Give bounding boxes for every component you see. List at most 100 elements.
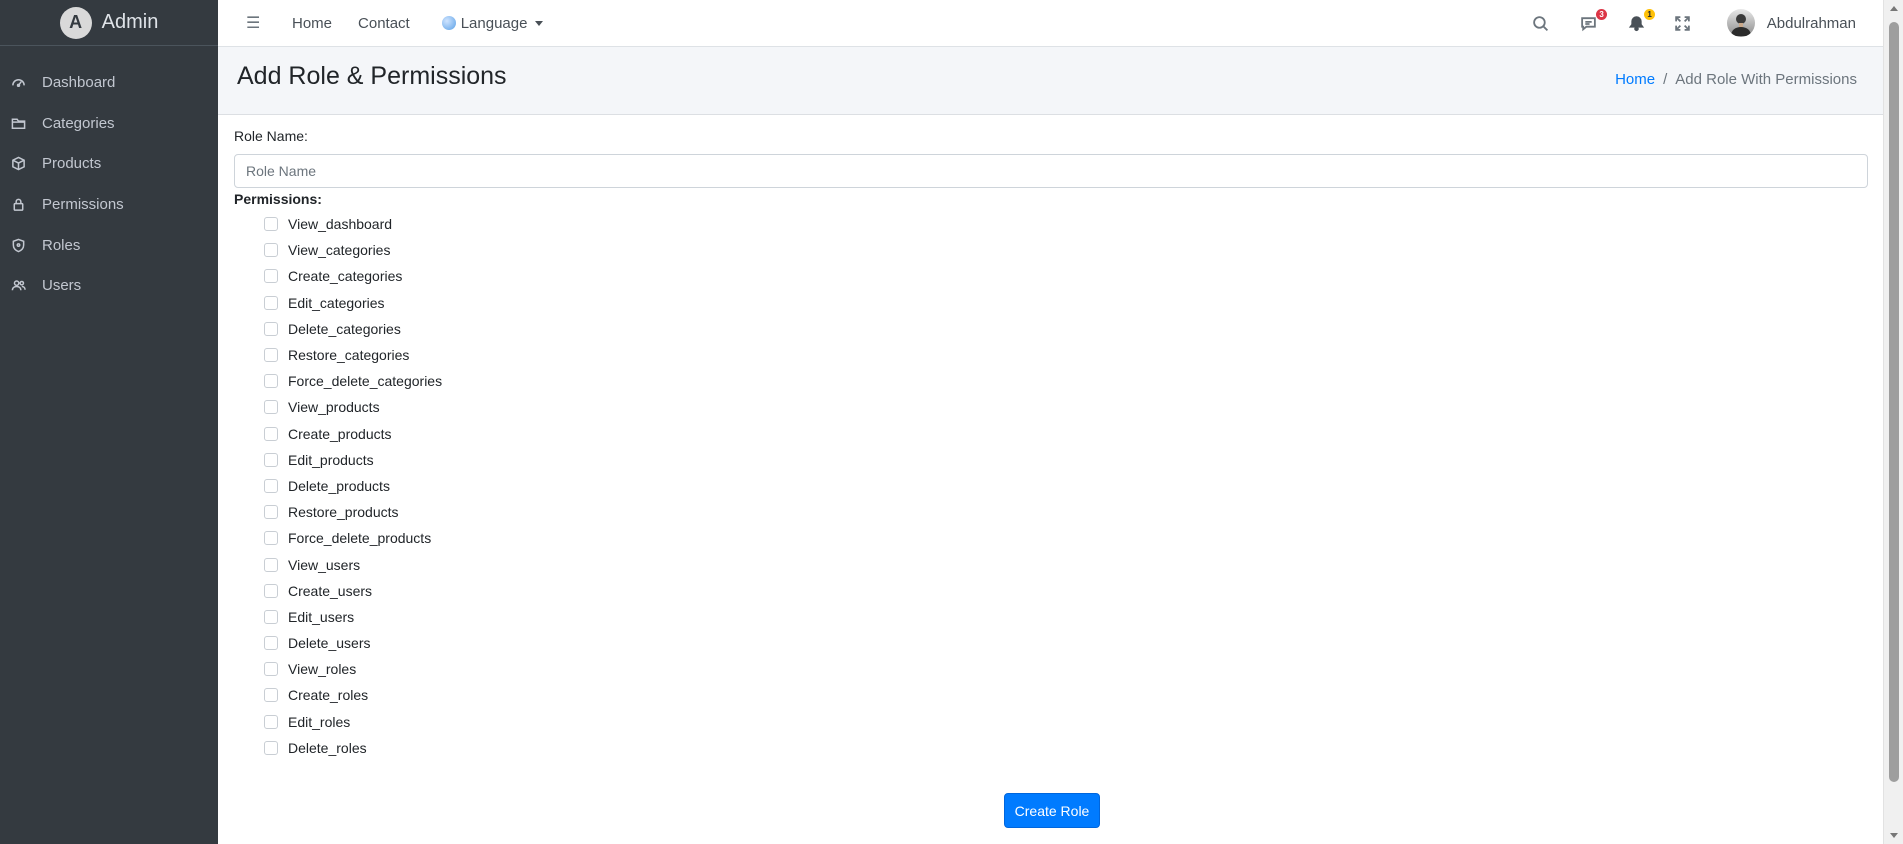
permission-checkbox[interactable]	[264, 583, 278, 598]
page-title: Add Role & Permissions	[237, 62, 507, 90]
role-form-card: Role Name: Permissions: View_dashboardVi…	[218, 114, 1883, 844]
permission-item[interactable]: Delete_products	[264, 473, 442, 499]
permission-item[interactable]: View_products	[264, 394, 442, 420]
fullscreen-icon[interactable]	[1673, 13, 1693, 33]
breadcrumb-home-link[interactable]: Home	[1615, 71, 1655, 88]
role-name-input[interactable]	[234, 154, 1868, 188]
sidebar-item-roles[interactable]: Roles	[0, 225, 218, 266]
permission-label: Edit_users	[288, 608, 355, 625]
permission-checkbox[interactable]	[264, 321, 278, 336]
permission-label: Force_delete_categories	[288, 373, 443, 390]
permission-checkbox[interactable]	[264, 609, 278, 624]
messages-count-badge: 3	[1596, 9, 1607, 20]
permission-item[interactable]: View_users	[264, 551, 442, 577]
permission-checkbox[interactable]	[264, 348, 278, 363]
create-role-button[interactable]: Create Role	[1004, 793, 1100, 828]
gauge-icon	[10, 74, 26, 90]
permission-checkbox[interactable]	[264, 478, 278, 493]
permission-checkbox[interactable]	[264, 636, 278, 651]
language-dropdown[interactable]: Language	[441, 14, 544, 32]
sidebar-item-label: Categories	[42, 114, 115, 132]
chevron-down-icon	[535, 20, 544, 26]
permission-item[interactable]: Force_delete_products	[264, 525, 442, 551]
scroll-down-arrow-icon[interactable]	[1890, 833, 1898, 838]
permission-item[interactable]: Delete_users	[264, 630, 442, 656]
brand-logo: A	[59, 6, 92, 39]
permission-item[interactable]: Delete_roles	[264, 735, 442, 761]
permission-label: Force_delete_products	[288, 530, 432, 547]
permission-checkbox[interactable]	[264, 426, 278, 441]
user-avatar[interactable]	[1726, 9, 1755, 37]
messages-icon[interactable]: 3	[1579, 9, 1607, 33]
sidebar-item-permissions[interactable]: Permissions	[0, 184, 218, 225]
permission-item[interactable]: View_categories	[264, 237, 442, 263]
breadcrumb-current: Add Role With Permissions	[1675, 71, 1857, 88]
permission-item[interactable]: Create_products	[264, 421, 442, 447]
sidebar-item-label: Dashboard	[42, 73, 116, 91]
folder-icon	[10, 115, 26, 131]
permission-label: Create_roles	[288, 687, 369, 704]
permission-checkbox[interactable]	[264, 531, 278, 546]
content-header: Add Role & Permissions Home / Add Role W…	[218, 47, 1883, 114]
search-icon[interactable]	[1531, 13, 1551, 33]
permission-checkbox[interactable]	[264, 269, 278, 284]
permission-item[interactable]: View_dashboard	[264, 211, 442, 237]
permission-item[interactable]: Delete_categories	[264, 316, 442, 342]
permission-checkbox[interactable]	[264, 452, 278, 467]
permission-label: Delete_roles	[288, 739, 367, 756]
permission-label: Delete_products	[288, 477, 390, 494]
permission-label: Create_users	[288, 582, 373, 599]
permission-checkbox[interactable]	[264, 243, 278, 258]
permission-checkbox[interactable]	[264, 505, 278, 520]
top-navbar: ☰ Home Contact Language 3 1 Abdulrahman	[218, 0, 1883, 47]
permission-checkbox[interactable]	[264, 688, 278, 703]
permission-checkbox[interactable]	[264, 740, 278, 755]
menu-toggle-icon[interactable]: ☰	[246, 13, 262, 33]
permission-item[interactable]: Create_roles	[264, 682, 442, 708]
permission-label: Create_products	[288, 425, 392, 442]
breadcrumb-separator: /	[1663, 71, 1668, 88]
permission-item[interactable]: Force_delete_categories	[264, 368, 442, 394]
permission-item[interactable]: Edit_users	[264, 604, 442, 630]
permission-checkbox[interactable]	[264, 295, 278, 310]
permission-label: Restore_categories	[288, 347, 410, 364]
scroll-up-arrow-icon[interactable]	[1890, 6, 1898, 11]
language-label: Language	[460, 14, 528, 32]
page-scrollbar[interactable]	[1883, 0, 1903, 844]
permission-item[interactable]: View_roles	[264, 656, 442, 682]
permission-checkbox[interactable]	[264, 400, 278, 415]
user-name[interactable]: Abdulrahman	[1767, 15, 1856, 32]
permission-item[interactable]: Edit_roles	[264, 709, 442, 735]
sidebar-item-products[interactable]: Products	[0, 143, 218, 184]
permission-label: Delete_categories	[288, 320, 401, 337]
sidebar-item-dashboard[interactable]: Dashboard	[0, 62, 218, 103]
permission-label: Edit_products	[288, 451, 374, 468]
permission-item[interactable]: Create_users	[264, 578, 442, 604]
brand-link[interactable]: A Admin	[0, 0, 218, 46]
permission-item[interactable]: Restore_categories	[264, 342, 442, 368]
breadcrumb: Home / Add Role With Permissions	[1615, 71, 1857, 88]
scrollbar-thumb[interactable]	[1889, 22, 1899, 782]
permission-checkbox[interactable]	[264, 374, 278, 389]
permission-checkbox[interactable]	[264, 557, 278, 572]
permission-label: View_dashboard	[288, 216, 393, 233]
bell-icon[interactable]: 1	[1627, 9, 1655, 33]
permission-item[interactable]: Edit_products	[264, 447, 442, 473]
permission-item[interactable]: Create_categories	[264, 263, 442, 289]
sidebar-item-label: Permissions	[42, 195, 124, 213]
permission-label: Edit_roles	[288, 713, 351, 730]
permission-checkbox[interactable]	[264, 662, 278, 677]
sidebar-item-users[interactable]: Users	[0, 265, 218, 306]
permission-item[interactable]: Edit_categories	[264, 290, 442, 316]
permission-item[interactable]: Restore_products	[264, 499, 442, 525]
shield-icon	[10, 237, 26, 253]
nav-link-home[interactable]: Home	[292, 15, 332, 32]
sidebar-item-categories[interactable]: Categories	[0, 103, 218, 144]
permission-checkbox[interactable]	[264, 217, 278, 232]
sidebar: A Admin Dashboard Categories Products Pe…	[0, 0, 218, 844]
nav-link-contact[interactable]: Contact	[358, 15, 410, 32]
sidebar-item-label: Users	[42, 277, 82, 295]
permission-label: Delete_users	[288, 635, 371, 652]
sidebar-item-label: Roles	[42, 236, 81, 254]
permission-checkbox[interactable]	[264, 714, 278, 729]
